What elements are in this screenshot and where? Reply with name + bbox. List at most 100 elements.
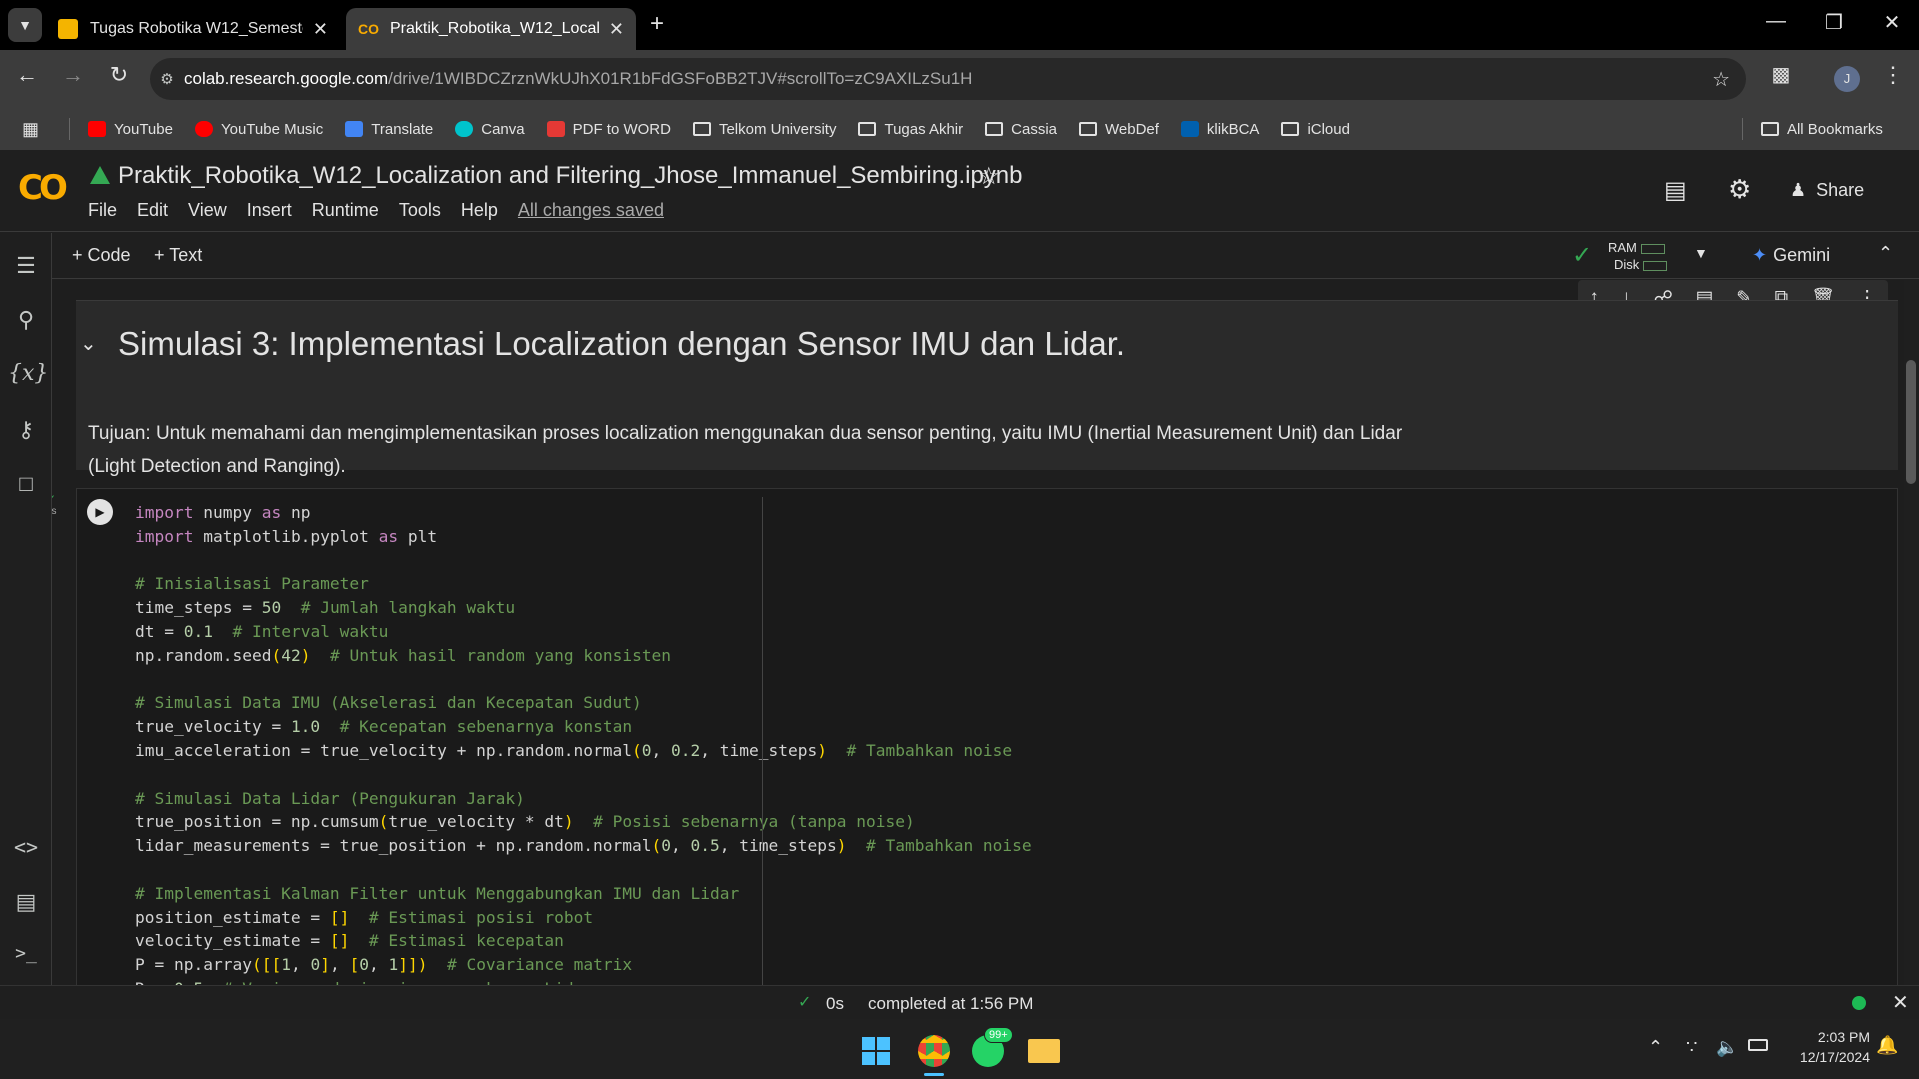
extensions-icon[interactable]: ▩ <box>1764 62 1798 87</box>
close-window-icon[interactable]: ✕ <box>1872 10 1912 35</box>
colab-logo[interactable]: CO <box>18 168 68 208</box>
bookmark-translate[interactable]: Translate <box>345 121 433 138</box>
menu-edit[interactable]: Edit <box>137 200 168 221</box>
bookmark-star-icon[interactable]: ☆ <box>1712 67 1730 92</box>
add-text-cell-button[interactable]: + Text <box>154 245 202 266</box>
table-of-contents-icon[interactable]: ☰ <box>8 253 44 283</box>
bookmark-canva[interactable]: Canva <box>455 121 525 138</box>
new-tab-button[interactable]: + <box>650 10 664 38</box>
status-exec-time: 0s <box>826 994 844 1013</box>
bookmark-folder-icloud[interactable]: iCloud <box>1281 121 1350 138</box>
gemini-button[interactable]: ✦ Gemini <box>1752 245 1830 266</box>
menu-file[interactable]: File <box>88 200 117 221</box>
file-explorer-icon[interactable] <box>1028 1039 1060 1063</box>
code-line: velocity_estimate = [] # Estimasi kecepa… <box>135 931 564 951</box>
cell-status-check-icon: ✓ <box>52 492 56 506</box>
notebook-main: ↑ ↓ ☍ ▤ ✎ ⧉ 🗑 ⋮ ⌄ Simulasi 3: Implementa… <box>52 280 1904 985</box>
code-cell[interactable]: ▶ import numpy as np import matplotlib.py… <box>76 488 1898 985</box>
variables-icon[interactable]: {x} <box>8 361 48 391</box>
folder-icon <box>1079 122 1097 136</box>
secrets-key-icon[interactable]: ⚷ <box>8 417 44 447</box>
divider <box>69 118 71 140</box>
ram-bar <box>1640 243 1665 254</box>
files-folder-icon[interactable]: □ <box>8 471 44 501</box>
profile-avatar[interactable]: J <box>1834 66 1860 92</box>
notification-bell-icon[interactable]: 🔔 <box>1876 1035 1898 1056</box>
bookmark-folder-telkom[interactable]: Telkom University <box>692 121 836 138</box>
colab-header: CO Praktik_Robotika_W12_Localization and… <box>0 150 1919 232</box>
bookmark-youtube-music[interactable]: YouTube Music <box>194 121 323 138</box>
wifi-icon[interactable]: ∵ <box>1686 1037 1697 1058</box>
back-icon[interactable]: ← <box>10 62 44 88</box>
menu-bar: File Edit View Insert Runtime Tools Help… <box>88 200 684 221</box>
bookmark-klikbca[interactable]: klikBCA <box>1180 121 1259 138</box>
minimize-icon[interactable]: — <box>1756 10 1796 33</box>
clock-date[interactable]: 12/17/2024 <box>1788 1049 1870 1065</box>
tab-search-button[interactable]: ▼ <box>8 8 42 42</box>
run-cell-button[interactable]: ▶ <box>87 499 113 525</box>
tab-slides[interactable]: Tugas Robotika W12_Semester ✕ <box>46 8 340 50</box>
text-cell[interactable]: ⌄ Simulasi 3: Implementasi Localization … <box>76 300 1898 477</box>
all-bookmarks[interactable]: All Bookmarks <box>1760 121 1883 138</box>
code-line: dt = 0.1 # Interval waktu <box>135 621 389 641</box>
resources-indicator[interactable]: RAM Disk <box>1608 239 1667 273</box>
klikbca-icon <box>1180 121 1199 137</box>
scrollbar-thumb[interactable] <box>1906 360 1916 484</box>
code-line: import numpy as np <box>135 503 311 522</box>
left-sidebar: ☰ ⚲ {x} ⚷ □ <> ▤ >_ <box>0 233 52 985</box>
restore-icon[interactable]: ❐ <box>1814 10 1854 35</box>
code-line: lidar_measurements = true_position + np.… <box>135 836 1032 856</box>
code-editor[interactable]: import numpy as np import matplotlib.pypl… <box>135 501 1032 985</box>
chrome-icon[interactable] <box>918 1035 950 1067</box>
apps-grid-icon[interactable]: ▦ <box>22 119 39 140</box>
divider <box>1741 118 1743 140</box>
code-line: # Simulasi Data IMU (Akselerasi dan Kece… <box>135 693 642 713</box>
status-bar: ✓ 0s completed at 1:56 PM ✕ <box>0 985 1919 1019</box>
search-icon[interactable]: ⚲ <box>8 307 44 337</box>
chevron-up-icon[interactable]: ⌃ <box>1648 1037 1663 1058</box>
add-code-cell-button[interactable]: + Code <box>72 245 131 266</box>
close-tab-icon[interactable]: ✕ <box>313 19 328 40</box>
windows-start-icon[interactable] <box>862 1037 890 1065</box>
close-tab-icon[interactable]: ✕ <box>609 19 624 40</box>
menu-insert[interactable]: Insert <box>247 200 292 221</box>
runtime-dropdown-icon[interactable]: ▼ <box>1694 245 1708 261</box>
terminal-icon[interactable]: >_ <box>8 943 44 973</box>
address-bar[interactable]: ⚙ colab.research.google.com /drive/1WIBD… <box>150 58 1746 100</box>
menu-runtime[interactable]: Runtime <box>312 200 379 221</box>
ruler-line <box>762 497 763 985</box>
connection-dot-icon <box>1852 996 1866 1010</box>
star-icon[interactable]: ☆ <box>978 162 1000 191</box>
menu-view[interactable]: View <box>188 200 227 221</box>
bookmark-folder-webdef[interactable]: WebDef <box>1079 121 1159 138</box>
save-status[interactable]: All changes saved <box>518 200 664 221</box>
bookmark-youtube[interactable]: YouTube <box>88 121 173 138</box>
translate-icon <box>345 121 364 137</box>
site-info-icon[interactable]: ⚙ <box>150 70 184 88</box>
bookmark-pdf-to-word[interactable]: PDF to WORD <box>546 121 671 138</box>
volume-icon[interactable]: 🔈 <box>1716 1037 1738 1058</box>
status-completed[interactable]: completed at 1:56 PM <box>868 994 1033 1014</box>
forward-icon[interactable]: → <box>56 62 90 88</box>
code-line: time_steps = 50 # Jumlah langkah waktu <box>135 598 516 618</box>
cell-exec-time: 0s <box>52 506 57 517</box>
clock-time[interactable]: 2:03 PM <box>1810 1029 1870 1045</box>
bookmark-folder-tugas-akhir[interactable]: Tugas Akhir <box>858 121 963 138</box>
battery-icon[interactable] <box>1748 1039 1768 1051</box>
menu-tools[interactable]: Tools <box>399 200 441 221</box>
reload-icon[interactable]: ↻ <box>102 62 136 88</box>
bookmark-folder-cassia[interactable]: Cassia <box>985 121 1057 138</box>
share-button[interactable]: ♟ Share <box>1790 180 1864 201</box>
notebook-title[interactable]: Praktik_Robotika_W12_Localization and Fi… <box>118 162 1023 190</box>
tab-title: Praktik_Robotika_W12_Localizat <box>390 20 599 37</box>
close-status-icon[interactable]: ✕ <box>1892 990 1909 1015</box>
collapse-header-icon[interactable]: ⌃ <box>1878 243 1893 264</box>
code-snippets-icon[interactable]: <> <box>8 835 44 865</box>
comments-icon[interactable]: ▤ <box>1664 176 1687 205</box>
browser-menu-icon[interactable]: ⋮ <box>1876 62 1910 88</box>
settings-gear-icon[interactable]: ⚙ <box>1728 174 1751 205</box>
collapse-section-icon[interactable]: ⌄ <box>80 331 97 356</box>
menu-help[interactable]: Help <box>461 200 498 221</box>
tab-colab[interactable]: CO Praktik_Robotika_W12_Localizat ✕ <box>346 8 636 50</box>
command-palette-icon[interactable]: ▤ <box>8 889 44 919</box>
